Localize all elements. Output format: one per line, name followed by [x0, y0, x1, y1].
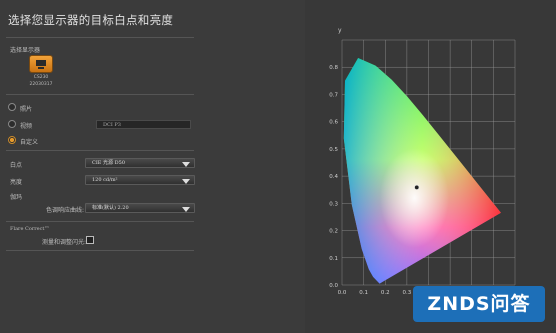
x-tick-label: 0.3 — [403, 290, 412, 296]
brightness-select[interactable]: 120 cd/m² — [85, 175, 195, 185]
y-axis-label: y — [338, 27, 342, 34]
y-tick-label: 0.2 — [329, 229, 338, 235]
y-tick-label: 0.3 — [329, 201, 338, 207]
y-tick-label: 0.5 — [329, 147, 338, 153]
divider — [6, 94, 194, 95]
y-tick-label: 0.4 — [329, 174, 338, 180]
x-tick-label: 0.1 — [359, 290, 368, 296]
x-tick-label: 0.2 — [381, 290, 390, 296]
display-model: CS230 — [33, 75, 49, 80]
chevron-down-icon — [182, 207, 190, 212]
mode-video-radio[interactable] — [8, 120, 16, 128]
video-standard-field[interactable]: DCI P3 — [96, 120, 191, 129]
gamma-curve-value: 标准(默认) 2.20 — [92, 205, 129, 211]
y-tick-label: 0.0 — [329, 283, 338, 289]
brightness-value: 120 cd/m² — [92, 177, 118, 183]
y-tick-label: 0.8 — [329, 65, 338, 71]
mode-custom-label: 自定义 — [20, 139, 39, 146]
gamma-curve-select[interactable]: 标准(默认) 2.20 — [85, 203, 195, 213]
display-select-label: 选择显示器 — [10, 47, 41, 54]
whitepoint-select[interactable]: CIE 光源 D50 — [85, 158, 195, 168]
divider — [6, 250, 194, 251]
chevron-down-icon — [182, 162, 190, 167]
page-title: 选择您显示器的目标白点和亮度 — [8, 13, 174, 27]
divider — [6, 150, 194, 151]
flare-checkbox[interactable] — [86, 236, 94, 244]
flare-title: Flare Correct™ — [10, 226, 50, 232]
whitepoint-value: CIE 光源 D50 — [92, 160, 126, 166]
mode-video-label: 视频 — [20, 123, 33, 130]
mode-photo-label: 照片 — [20, 106, 33, 113]
divider — [6, 221, 194, 222]
gamma-curve-label: 色调响应曲线: — [46, 207, 85, 214]
brightness-label: 亮度 — [10, 179, 23, 186]
mode-photo-radio[interactable] — [8, 103, 16, 111]
y-tick-label: 0.7 — [329, 92, 338, 98]
mode-custom-radio[interactable] — [8, 136, 16, 144]
whitepoint-label: 白点 — [10, 162, 23, 169]
white-point-marker — [414, 184, 420, 190]
gamma-label: 伽玛 — [10, 194, 23, 201]
monitor-icon[interactable] — [30, 56, 52, 72]
flare-checkbox-label: 测量和调整闪光: — [42, 239, 87, 246]
white-region-glow — [343, 58, 501, 284]
watermark-logo: ZNDS问答 — [413, 286, 545, 322]
y-tick-label: 0.6 — [329, 120, 338, 126]
cie-chromaticity-chart: 0.00.10.20.30.40.50.60.70.80.00.10.20.30… — [329, 27, 516, 296]
chevron-down-icon — [182, 179, 190, 184]
divider — [6, 37, 194, 38]
x-tick-label: 0.0 — [338, 290, 347, 296]
display-serial: 22030317 — [29, 82, 53, 87]
y-tick-label: 0.1 — [329, 256, 338, 262]
